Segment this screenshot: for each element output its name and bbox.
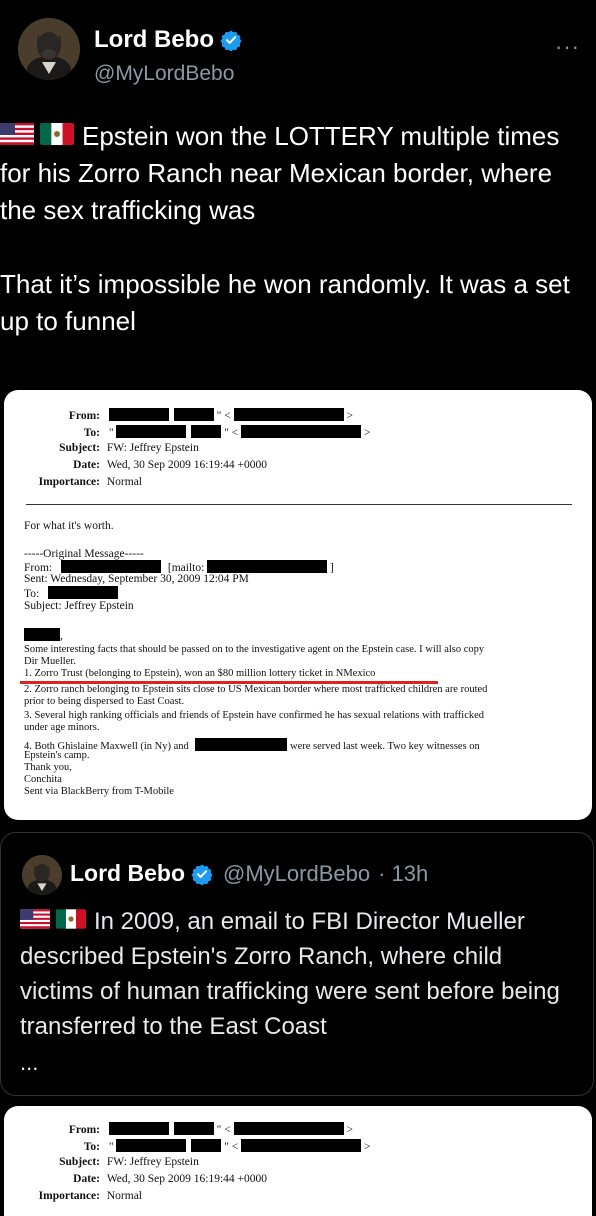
doc-item4a-end: were served last week. Two key witnesses… — [290, 741, 480, 752]
author-avatar[interactable] — [18, 18, 80, 80]
doc2-angle-close: > — [346, 1124, 353, 1136]
verified-badge-icon — [220, 30, 242, 51]
doc-angle-close: > — [346, 410, 353, 422]
doc-angle-open: < — [231, 427, 239, 439]
doc2-angle-open: < — [231, 1141, 239, 1153]
doc2-subject-value: FW: Jeffrey Epstein — [106, 1156, 199, 1168]
redaction — [191, 425, 222, 438]
redaction — [233, 1122, 344, 1135]
doc-item1: 1. Zorro Trust (belonging to Epstein), w… — [24, 668, 376, 679]
doc-importance-value: Normal — [106, 476, 143, 488]
doc-sent-via: Sent via BlackBerry from T-Mobile — [24, 786, 174, 797]
us-flag-icon — [0, 123, 34, 145]
redaction — [241, 425, 362, 438]
redaction — [108, 408, 169, 421]
doc-thanks: Thank you, — [24, 762, 72, 773]
doc-body-comma: , — [60, 630, 63, 642]
doc-item3b: under age minors. — [24, 722, 100, 733]
doc-quote-mark: " — [224, 427, 229, 439]
tweet-text: Epstein won the LOTTERY multiple times f… — [0, 118, 590, 340]
doc-item4b: Epstein's camp. — [24, 750, 90, 761]
doc-from-label: From: — [68, 410, 100, 422]
doc-quote-mark: " — [216, 410, 222, 422]
author-handle[interactable]: @MyLordBebo — [94, 62, 234, 86]
doc2-subject-label: Subject: — [59, 1156, 100, 1168]
doc-importance-label: Importance: — [38, 476, 100, 488]
doc-angle-open: < — [224, 410, 231, 422]
redaction — [116, 425, 187, 438]
mexico-flag-icon — [56, 909, 86, 929]
quoted-timestamp[interactable]: · 13h — [378, 861, 428, 887]
quoted-tweet-text: In 2009, an email to FBI Director Muelle… — [20, 904, 580, 1044]
doc2-from-label: From: — [68, 1124, 100, 1136]
tweet-text-line2: That it’s impossible he won randomly. It… — [0, 269, 570, 336]
redaction — [233, 408, 344, 421]
doc-item2a: 2. Zorro ranch belonging to Epstein sits… — [24, 684, 488, 695]
doc2-angle-open: < — [224, 1124, 231, 1136]
redaction — [116, 1139, 187, 1152]
mexico-flag-icon — [40, 123, 74, 145]
doc-bracket-close: ] — [330, 562, 334, 574]
email-document-image[interactable]: From: " < > To: " " < > Subject: FW: Jef… — [4, 390, 592, 820]
doc-subject-label: Subject: — [59, 442, 100, 454]
redaction — [108, 1122, 169, 1135]
doc2-date-label: Date: — [73, 1173, 100, 1185]
doc2-to-quote: " — [108, 1141, 114, 1153]
tweet-text-line1: Epstein won the LOTTERY multiple times f… — [0, 121, 560, 225]
doc-subject: Subject: Jeffrey Epstein — [24, 600, 134, 612]
verified-badge-icon — [191, 863, 213, 885]
author-name[interactable]: Lord Bebo — [94, 26, 214, 54]
doc-to: To: — [24, 588, 40, 600]
doc-body2: Dir Mueller. — [24, 656, 76, 667]
doc2-importance-label: Importance: — [38, 1190, 100, 1202]
quoted-author-name[interactable]: Lord Bebo — [70, 860, 185, 887]
doc-original-message: -----Original Message----- — [24, 548, 144, 560]
redaction — [191, 1139, 222, 1152]
redaction — [241, 1139, 362, 1152]
redaction — [61, 560, 161, 573]
doc-to-label: To: — [83, 427, 100, 439]
tweet-header: Lord Bebo @MyLordBebo ··· — [0, 0, 596, 110]
redaction — [48, 586, 119, 599]
doc-subject-value: FW: Jeffrey Epstein — [106, 442, 199, 454]
quoted-author-handle[interactable]: @MyLordBebo — [223, 861, 370, 887]
quoted-text-body: In 2009, an email to FBI Director Muelle… — [20, 908, 560, 1040]
redaction — [24, 628, 60, 641]
us-flag-icon — [20, 909, 50, 929]
doc-intro: For what it's worth. — [24, 520, 114, 532]
doc-signature: Conchita — [24, 774, 62, 785]
doc-item3a: 3. Several high ranking officials and fr… — [24, 710, 485, 721]
doc-to-quote: " — [108, 427, 114, 439]
redaction — [173, 408, 214, 421]
doc-date-label: Date: — [73, 459, 100, 471]
quoted-author-avatar[interactable] — [22, 855, 62, 895]
doc-date-value: Wed, 30 Sep 2009 16:19:44 +0000 — [106, 459, 268, 471]
doc2-quote-mark: " — [224, 1141, 229, 1153]
doc2-importance-value: Normal — [106, 1190, 143, 1202]
more-options-icon[interactable]: ··· — [555, 34, 580, 60]
quoted-ellipsis: ... — [20, 1050, 39, 1075]
doc2-to-label: To: — [83, 1141, 100, 1153]
redaction — [207, 560, 328, 573]
redaction — [173, 1122, 214, 1135]
doc-sent: Sent: Wednesday, September 30, 2009 12:0… — [24, 573, 249, 585]
doc-divider — [26, 504, 572, 505]
doc-body1: Some interesting facts that should be pa… — [24, 644, 485, 655]
doc-item2b: prior to being dispersed to East Coast. — [24, 696, 185, 707]
doc2-quote-mark: " — [216, 1124, 222, 1136]
doc2-angle-close: > — [364, 1141, 371, 1153]
doc2-date-value: Wed, 30 Sep 2009 16:19:44 +0000 — [106, 1173, 268, 1185]
doc-angle-close: > — [364, 427, 371, 439]
redaction — [195, 738, 288, 751]
